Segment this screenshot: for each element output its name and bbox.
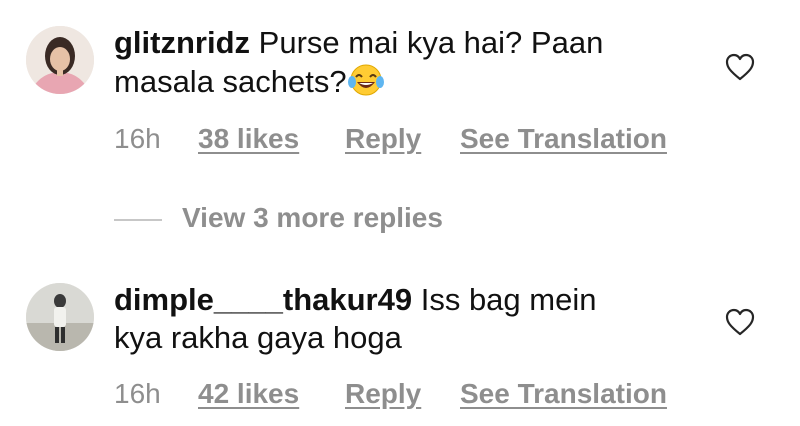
like-heart-icon[interactable] [724,307,756,337]
see-translation-link[interactable]: See Translation [460,378,667,410]
see-translation-link[interactable]: See Translation [460,123,667,155]
username[interactable]: dimple____thakur49 [114,282,412,317]
likes-count-link[interactable]: 42 likes [198,378,299,410]
reply-button[interactable]: Reply [345,378,421,410]
like-heart-icon[interactable] [724,52,756,82]
comment-line: masala sachets? [114,64,347,99]
comment-line: Iss bag mein [420,282,597,317]
laughing-tears-emoji-icon [347,62,385,98]
comment-text: dimple____thakur49 Iss bag mein kya rakh… [114,281,674,357]
comment-line: kya rakha gaya hoga [114,320,402,355]
likes-count-link[interactable]: 38 likes [198,123,299,155]
reply-button[interactable]: Reply [345,123,421,155]
comment-text: glitznridz Purse mai kya hai? Paan masal… [114,24,674,101]
timestamp: 16h [114,378,161,409]
username[interactable]: glitznridz [114,25,250,60]
avatar[interactable] [26,283,94,351]
avatar[interactable] [26,26,94,94]
timestamp: 16h [114,123,161,154]
comment-line: Purse mai kya hai? Paan [258,25,604,60]
view-more-replies-label[interactable]: View 3 more replies [182,202,443,234]
divider-line [114,219,162,221]
